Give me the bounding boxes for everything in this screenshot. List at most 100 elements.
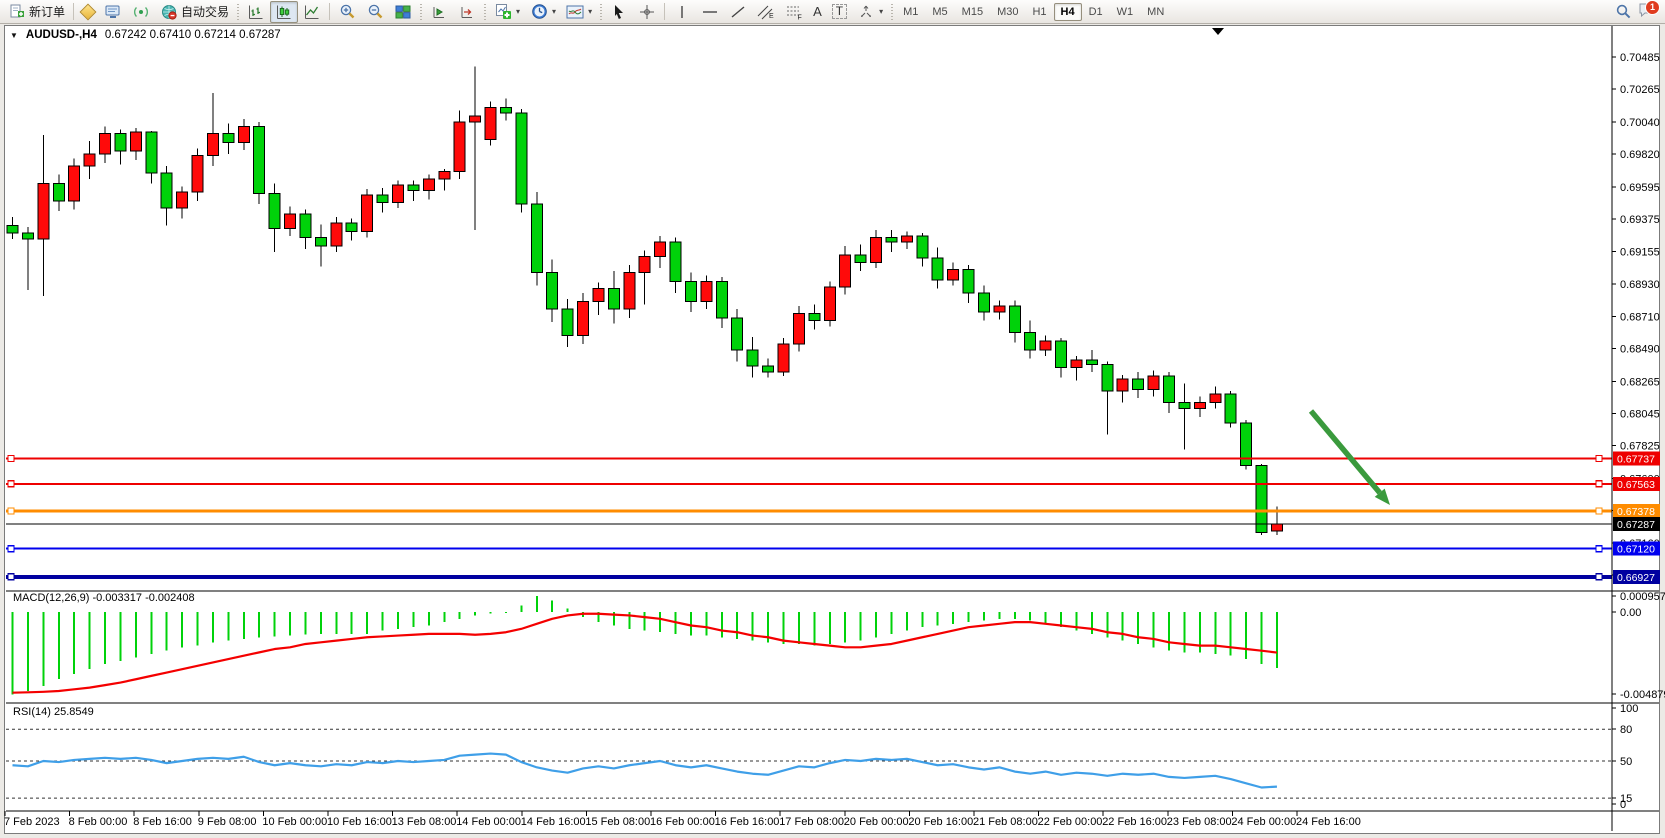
rsi-axis-label: 0 [1620, 799, 1626, 811]
candle [470, 116, 481, 122]
line-handle[interactable] [1596, 574, 1602, 580]
price-badge-label: 0.67378 [1617, 506, 1655, 518]
rsi-line [13, 754, 1277, 788]
price-badge-label: 0.67287 [1617, 519, 1655, 531]
candle [38, 183, 49, 239]
line-handle[interactable] [1596, 455, 1602, 461]
candle [978, 293, 989, 312]
line-handle[interactable] [8, 574, 14, 580]
collapse-arrow-icon[interactable]: ▼ [10, 31, 18, 40]
candle [146, 132, 157, 173]
candle [269, 194, 280, 229]
candle [886, 237, 897, 241]
candle [1102, 365, 1113, 391]
candle [1040, 341, 1051, 350]
date-label: 21 Feb 08:00 [973, 816, 1038, 828]
rsi-axis-label: 80 [1620, 724, 1632, 736]
candle [1133, 379, 1144, 389]
date-label: 22 Feb 16:00 [1102, 816, 1167, 828]
price-badge-label: 0.67563 [1617, 479, 1655, 491]
date-label: 13 Feb 08:00 [392, 816, 457, 828]
price-tick-label: 0.68710 [1620, 311, 1660, 323]
candle [69, 166, 80, 201]
line-handle[interactable] [1596, 546, 1602, 552]
candle [1025, 332, 1036, 350]
price-badge-label: 0.67737 [1617, 453, 1655, 465]
line-handle[interactable] [1596, 481, 1602, 487]
candle [778, 344, 789, 372]
price-badge-label: 0.67120 [1617, 544, 1655, 556]
date-label: 24 Feb 16:00 [1296, 816, 1361, 828]
candle [1164, 376, 1175, 402]
date-label: 16 Feb 16:00 [715, 816, 780, 828]
rsi-axis-label: 50 [1620, 756, 1632, 768]
annotation-arrow[interactable] [1311, 411, 1380, 493]
line-handle[interactable] [1596, 508, 1602, 514]
candle [500, 107, 511, 113]
candle [238, 126, 249, 142]
candle [809, 313, 820, 320]
price-tick-label: 0.70265 [1620, 84, 1660, 96]
date-label: 7 Feb 2023 [4, 816, 60, 828]
price-tick-label: 0.68265 [1620, 376, 1660, 388]
candle [1009, 306, 1020, 332]
macd-indicator-label: MACD(12,26,9) -0.003317 -0.002408 [13, 592, 195, 604]
candle [1194, 403, 1205, 409]
candle [408, 185, 419, 191]
candle [1056, 341, 1067, 367]
line-handle[interactable] [8, 546, 14, 552]
candle [362, 195, 373, 232]
chart-ohlc-readout: 0.67242 0.67410 0.67214 0.67287 [105, 29, 281, 41]
price-badge-label: 0.66927 [1617, 572, 1655, 584]
candle [901, 236, 912, 242]
candle [84, 154, 95, 166]
candle [932, 258, 943, 280]
macd-axis-label: 0.000957 [1620, 591, 1665, 603]
application-window: 新订单 自动交易 [0, 0, 1665, 838]
candle [192, 156, 203, 193]
date-label: 17 Feb 08:00 [779, 816, 844, 828]
candle [7, 226, 18, 233]
candle [793, 313, 804, 344]
candle [100, 134, 111, 154]
date-label: 9 Feb 08:00 [198, 816, 257, 828]
candle [624, 272, 635, 309]
price-tick-label: 0.68490 [1620, 343, 1660, 355]
candle [346, 223, 357, 232]
date-label: 8 Feb 00:00 [69, 816, 128, 828]
line-handle[interactable] [8, 508, 14, 514]
candle [22, 233, 33, 239]
candle [1256, 465, 1267, 532]
line-handle[interactable] [8, 455, 14, 461]
candle [177, 192, 188, 208]
candle [747, 350, 758, 366]
date-label: 20 Feb 16:00 [908, 816, 973, 828]
rsi-axis-label: 100 [1620, 703, 1638, 715]
candle [994, 306, 1005, 312]
candle [1225, 394, 1236, 423]
price-tick-label: 0.67825 [1620, 441, 1660, 453]
candle [331, 223, 342, 246]
date-label: 23 Feb 08:00 [1167, 816, 1232, 828]
date-label: 24 Feb 00:00 [1231, 816, 1296, 828]
candle [608, 289, 619, 309]
date-label: 14 Feb 16:00 [521, 816, 586, 828]
macd-axis-label: 0.00 [1620, 607, 1641, 619]
price-tick-label: 0.68045 [1620, 408, 1660, 420]
date-label: 10 Feb 16:00 [327, 816, 392, 828]
candle [1117, 379, 1128, 391]
candle [485, 107, 496, 139]
candle [1086, 360, 1097, 364]
chart-canvas[interactable]: 0.704850.702650.700400.698200.695950.693… [0, 0, 1665, 838]
candle [285, 214, 296, 229]
candle [948, 270, 959, 280]
price-tick-label: 0.70040 [1620, 117, 1660, 129]
candle [917, 236, 928, 258]
candle [1210, 394, 1221, 403]
candle [454, 122, 465, 172]
candle [300, 214, 311, 237]
candle [963, 270, 974, 293]
line-handle[interactable] [8, 481, 14, 487]
candle [1271, 524, 1282, 531]
candle [1148, 376, 1159, 389]
